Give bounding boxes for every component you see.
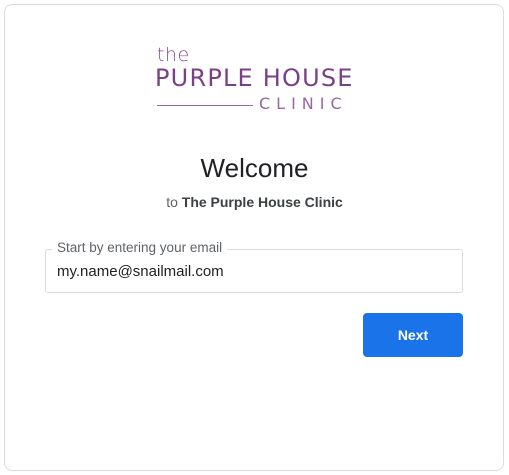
next-button[interactable]: Next [363, 313, 463, 357]
clinic-logo: the PURPLE HOUSE CLINIC [155, 44, 355, 118]
logo-name-text: PURPLE HOUSE [155, 64, 354, 92]
email-field-label: Start by entering your email [52, 240, 228, 255]
subtitle: to The Purple House Clinic [0, 194, 509, 210]
logo-the-text: the [157, 44, 190, 66]
logo-clinic-text: CLINIC [259, 94, 348, 113]
page-title: Welcome [200, 153, 309, 183]
logo-divider [157, 105, 253, 106]
subtitle-clinic-name: The Purple House Clinic [181, 194, 343, 210]
subtitle-prefix: to [166, 194, 178, 210]
email-input[interactable] [57, 260, 452, 282]
email-field: Start by entering your email [45, 240, 463, 293]
